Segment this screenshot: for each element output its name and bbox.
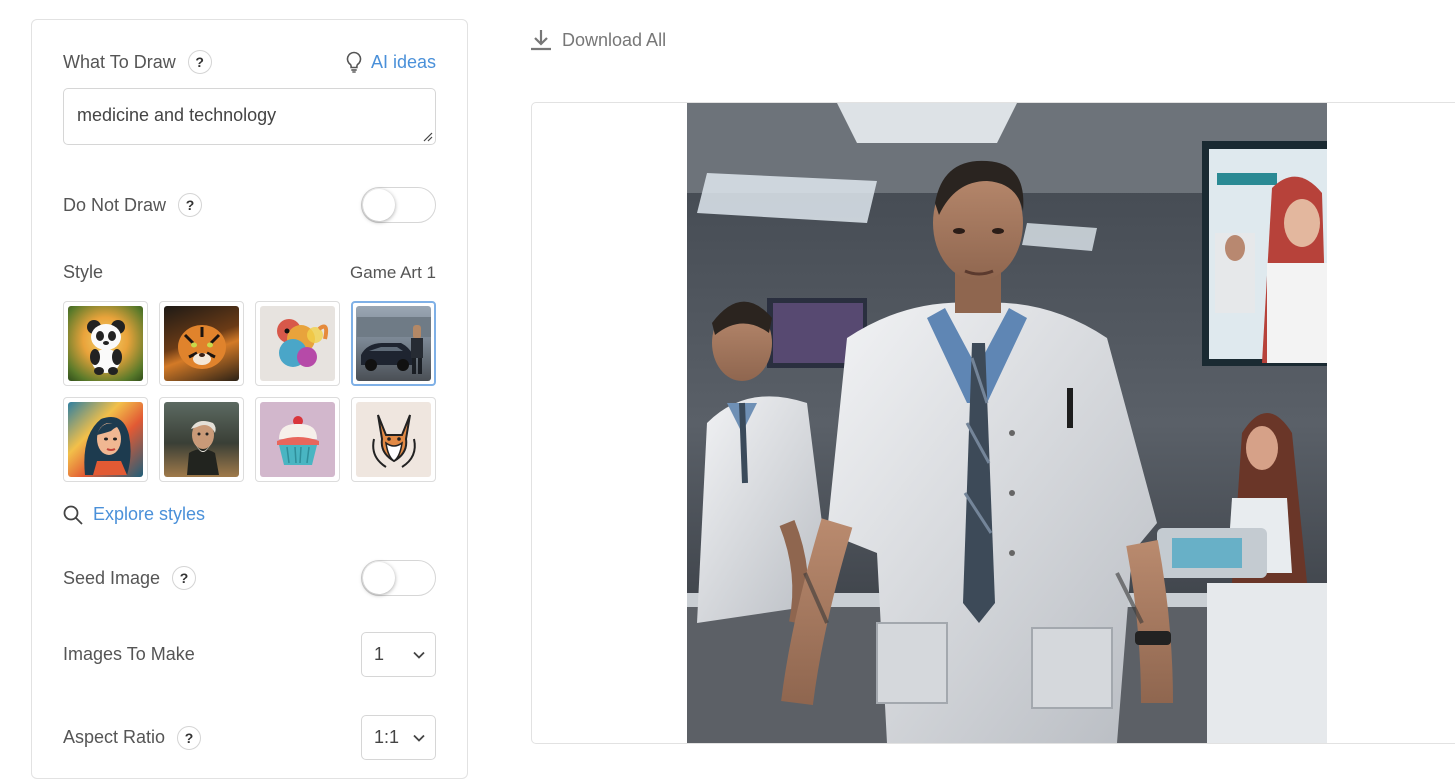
do-not-draw-row: Do Not Draw ? (63, 187, 436, 223)
prompt-value: medicine and technology (77, 105, 277, 125)
style-row: Style Game Art 1 (63, 262, 436, 283)
style-grid (63, 301, 436, 482)
woman-portrait-icon (68, 402, 143, 477)
style-tile-tiger[interactable] (159, 301, 244, 386)
style-tile-game-art[interactable] (351, 301, 436, 386)
tiger-icon (164, 306, 239, 381)
seed-image-label: Seed Image (63, 567, 161, 588)
toggle-knob (363, 562, 395, 594)
download-all-button[interactable]: Download All (530, 29, 666, 51)
download-icon (531, 30, 551, 51)
splash-creature-icon (260, 306, 335, 381)
images-to-make-select[interactable]: 1 (361, 632, 436, 677)
aspect-ratio-select[interactable]: 1:1 (361, 715, 436, 760)
chevron-down-icon (413, 734, 425, 742)
seed-image-toggle[interactable] (361, 560, 436, 596)
result-panel (531, 102, 1455, 744)
cupcake-icon (260, 402, 335, 477)
what-to-draw-help-icon[interactable]: ? (187, 50, 212, 74)
prompt-textarea[interactable]: medicine and technology (63, 88, 436, 145)
explore-styles-link[interactable]: Explore styles (63, 504, 205, 525)
lightbulb-icon (346, 51, 362, 73)
search-icon (63, 505, 83, 525)
aspect-ratio-value: 1:1 (374, 727, 400, 747)
seed-image-row: Seed Image ? (63, 560, 436, 596)
style-tile-panda[interactable] (63, 301, 148, 386)
ai-ideas-label: AI ideas (370, 51, 436, 72)
do-not-draw-label: Do Not Draw (63, 194, 167, 215)
selected-style-value: Game Art 1 (350, 262, 436, 282)
images-to-make-value: 1 (374, 644, 385, 664)
download-all-label: Download All (562, 29, 667, 50)
do-not-draw-toggle[interactable] (361, 187, 436, 223)
images-to-make-row: Images To Make 1 (63, 632, 436, 677)
old-man-icon (164, 402, 239, 477)
style-label: Style (63, 262, 104, 282)
style-tile-cupcake[interactable] (255, 397, 340, 482)
style-tile-line-art[interactable] (351, 397, 436, 482)
style-tile-splash-creature[interactable] (255, 301, 340, 386)
seed-image-help-icon[interactable]: ? (172, 566, 197, 590)
ai-ideas-link[interactable]: AI ideas (345, 51, 436, 73)
aspect-ratio-row: Aspect Ratio ? 1:1 (63, 715, 436, 760)
what-to-draw-row: What To Draw ? AI ideas (63, 50, 436, 74)
aspect-ratio-help-icon[interactable]: ? (177, 725, 202, 750)
settings-panel: What To Draw ? AI ideas medicine and tec… (31, 19, 468, 779)
do-not-draw-help-icon[interactable]: ? (178, 193, 203, 217)
aspect-ratio-label: Aspect Ratio (63, 727, 166, 747)
what-to-draw-label: What To Draw (63, 51, 176, 72)
toggle-knob (363, 189, 395, 221)
explore-styles-label: Explore styles (93, 504, 206, 524)
generated-image-illustration (687, 103, 1327, 743)
fox-icon (356, 402, 431, 477)
chevron-down-icon (413, 651, 425, 659)
game-art-icon (356, 306, 431, 381)
panda-icon (68, 306, 143, 381)
resize-handle-icon[interactable] (423, 132, 433, 142)
generated-image[interactable] (687, 103, 1327, 743)
images-to-make-label: Images To Make (63, 644, 195, 664)
style-tile-pop-portrait[interactable] (63, 397, 148, 482)
style-tile-oil-painting[interactable] (159, 397, 244, 482)
